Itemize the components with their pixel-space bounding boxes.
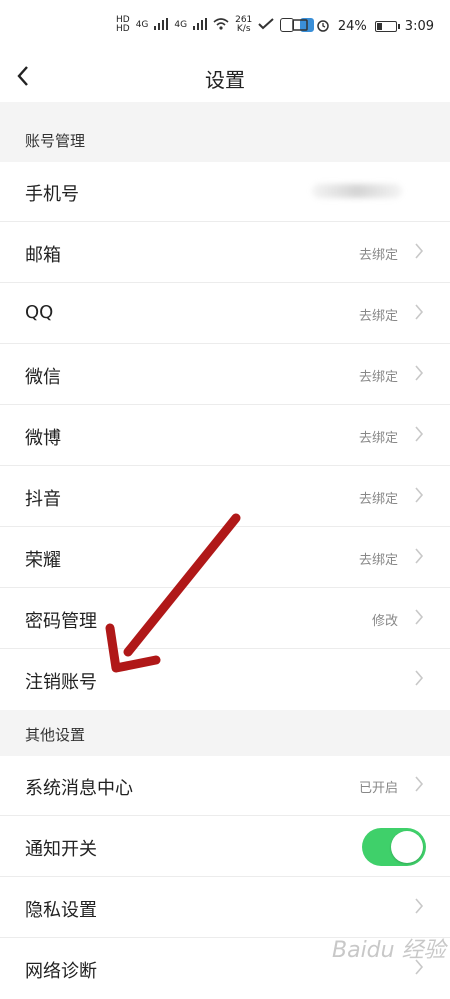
chevron-right-icon <box>415 609 424 625</box>
network-speed-unit: K/s <box>236 24 251 34</box>
row-notifications: 通知开关 <box>0 817 450 877</box>
row-label: 抖音 <box>25 489 61 510</box>
row-value: 已开启 <box>358 781 398 796</box>
row-privacy[interactable]: 隐私设置 <box>0 878 450 938</box>
chevron-right-icon <box>415 304 424 320</box>
signal-1-label: 4G <box>135 19 149 30</box>
toggle-knob <box>391 831 423 863</box>
row-value: 去绑定 <box>358 248 398 263</box>
row-label: 隐私设置 <box>25 900 97 921</box>
cell-signal-icon <box>154 17 169 33</box>
row-label: 系统消息中心 <box>25 778 133 799</box>
cell-signal-2-icon <box>193 17 208 33</box>
network-speed: 261 K/s <box>235 16 252 34</box>
row-value: 去绑定 <box>358 431 398 446</box>
row-qq[interactable]: QQ 去绑定 <box>0 284 450 344</box>
chevron-right-icon <box>415 898 424 914</box>
status-right-icons: 24% 3:09 <box>292 18 434 35</box>
status-left-icons: HD HD 4G 4G 261 K/s <box>116 15 315 34</box>
section-title-other: 其他设置 <box>25 726 86 744</box>
row-label: QQ <box>25 302 54 323</box>
row-value: 去绑定 <box>358 492 398 507</box>
row-value: 去绑定 <box>358 370 398 385</box>
cast-icon <box>292 18 308 35</box>
chevron-right-icon <box>415 365 424 381</box>
chevron-right-icon <box>415 487 424 503</box>
chevron-right-icon <box>415 548 424 564</box>
row-label: 注销账号 <box>25 672 97 693</box>
chevron-right-icon <box>415 670 424 686</box>
row-delete-account[interactable]: 注销账号 <box>0 650 450 710</box>
section-header-account: 账号管理 <box>0 102 450 162</box>
row-phone[interactable]: 手机号 <box>0 162 450 222</box>
app-icon-1 <box>258 17 274 33</box>
chevron-right-icon <box>415 243 424 259</box>
row-value: 去绑定 <box>358 553 398 568</box>
row-value: 去绑定 <box>358 309 398 324</box>
row-label: 微博 <box>25 428 61 449</box>
signal-2-label: 4G <box>174 19 188 30</box>
clock: 3:09 <box>404 19 434 34</box>
row-weibo[interactable]: 微博 去绑定 <box>0 406 450 466</box>
row-label: 通知开关 <box>25 839 97 860</box>
row-label: 邮箱 <box>25 245 61 266</box>
row-honor[interactable]: 荣耀 去绑定 <box>0 528 450 588</box>
row-label: 网络诊断 <box>25 961 97 982</box>
row-system-messages[interactable]: 系统消息中心 已开启 <box>0 756 450 816</box>
section-header-other: 其他设置 <box>0 710 450 756</box>
row-value: 修改 <box>371 614 398 629</box>
row-email[interactable]: 邮箱 去绑定 <box>0 223 450 283</box>
row-douyin[interactable]: 抖音 去绑定 <box>0 467 450 527</box>
hd-icon: HD HD <box>116 15 130 34</box>
row-label: 密码管理 <box>25 611 97 632</box>
alarm-icon <box>316 18 330 35</box>
row-label: 荣耀 <box>25 550 61 571</box>
chevron-right-icon <box>415 776 424 792</box>
wifi-icon <box>213 17 229 33</box>
chevron-right-icon <box>415 426 424 442</box>
section-title-account: 账号管理 <box>25 132 86 150</box>
row-label: 微信 <box>25 367 61 388</box>
phone-number-masked <box>312 184 402 198</box>
row-password[interactable]: 密码管理 修改 <box>0 589 450 649</box>
top-bar: 设置 <box>0 52 450 102</box>
status-bar: HD HD 4G 4G 261 K/s 24% 3:09 <box>0 0 450 52</box>
notification-toggle[interactable] <box>362 828 426 866</box>
watermark: Baidu 经验 <box>332 938 446 963</box>
row-label: 手机号 <box>25 184 79 205</box>
battery-icon <box>374 21 400 32</box>
page-title: 设置 <box>205 68 245 92</box>
row-wechat[interactable]: 微信 去绑定 <box>0 345 450 405</box>
battery-percent: 24% <box>337 19 367 34</box>
